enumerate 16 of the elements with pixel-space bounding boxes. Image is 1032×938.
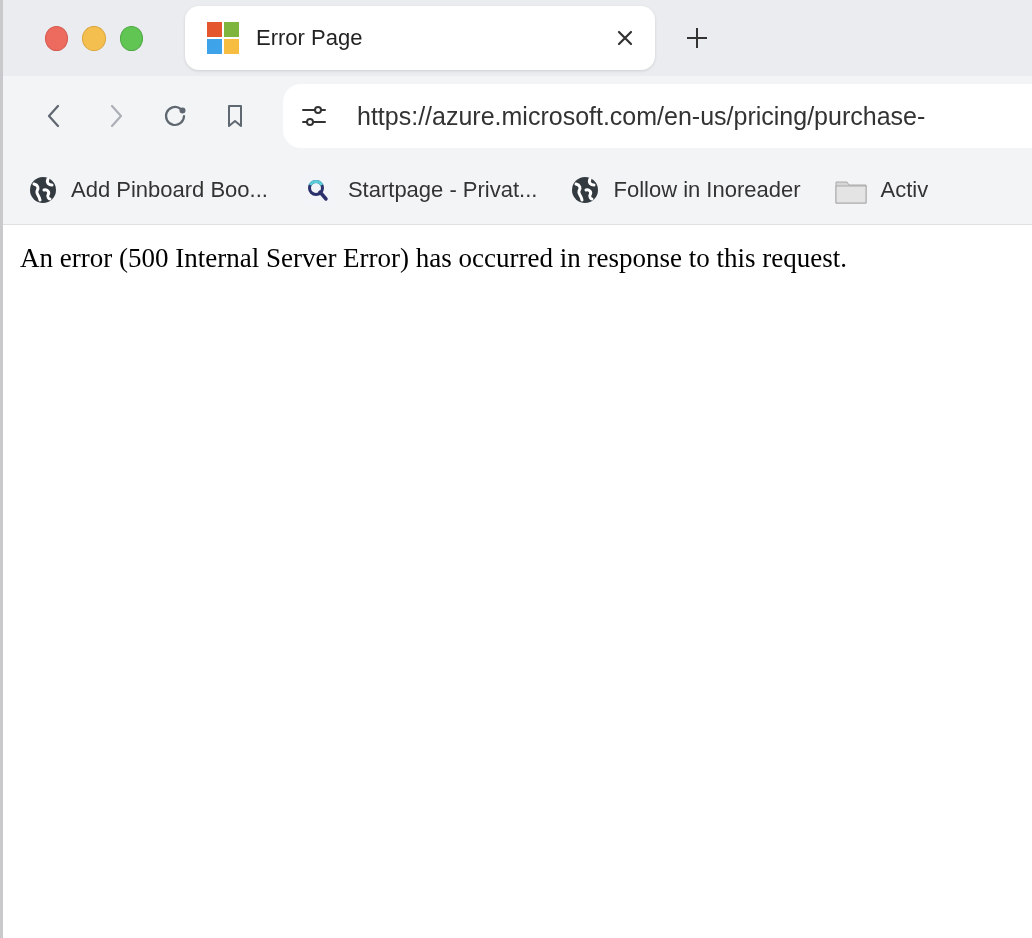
- close-window-button[interactable]: [45, 25, 69, 51]
- address-bar[interactable]: https://azure.microsoft.com/en-us/pricing/purchase-: [283, 84, 1032, 148]
- browser-tab[interactable]: Error Page: [185, 6, 655, 70]
- error-message: An error (500 Internal Server Error) has occurred in response to this request.: [20, 243, 848, 274]
- minimize-window-button[interactable]: [82, 25, 106, 51]
- close-icon: [617, 30, 633, 46]
- zoom-window-button[interactable]: [119, 25, 143, 51]
- bookmark-item[interactable]: Activ: [834, 176, 929, 204]
- globe-icon: [571, 176, 600, 204]
- sliders-icon: [301, 103, 327, 129]
- bookmark-item[interactable]: Startpage - Privat...: [301, 174, 538, 206]
- four-squares-logo-icon: [207, 22, 239, 54]
- globe-icon: [29, 176, 57, 204]
- plus-icon: [686, 27, 708, 49]
- bookmark-item[interactable]: Follow in Inoreader: [571, 176, 801, 204]
- bookmark-item[interactable]: Add Pinboard Boo...: [29, 176, 268, 204]
